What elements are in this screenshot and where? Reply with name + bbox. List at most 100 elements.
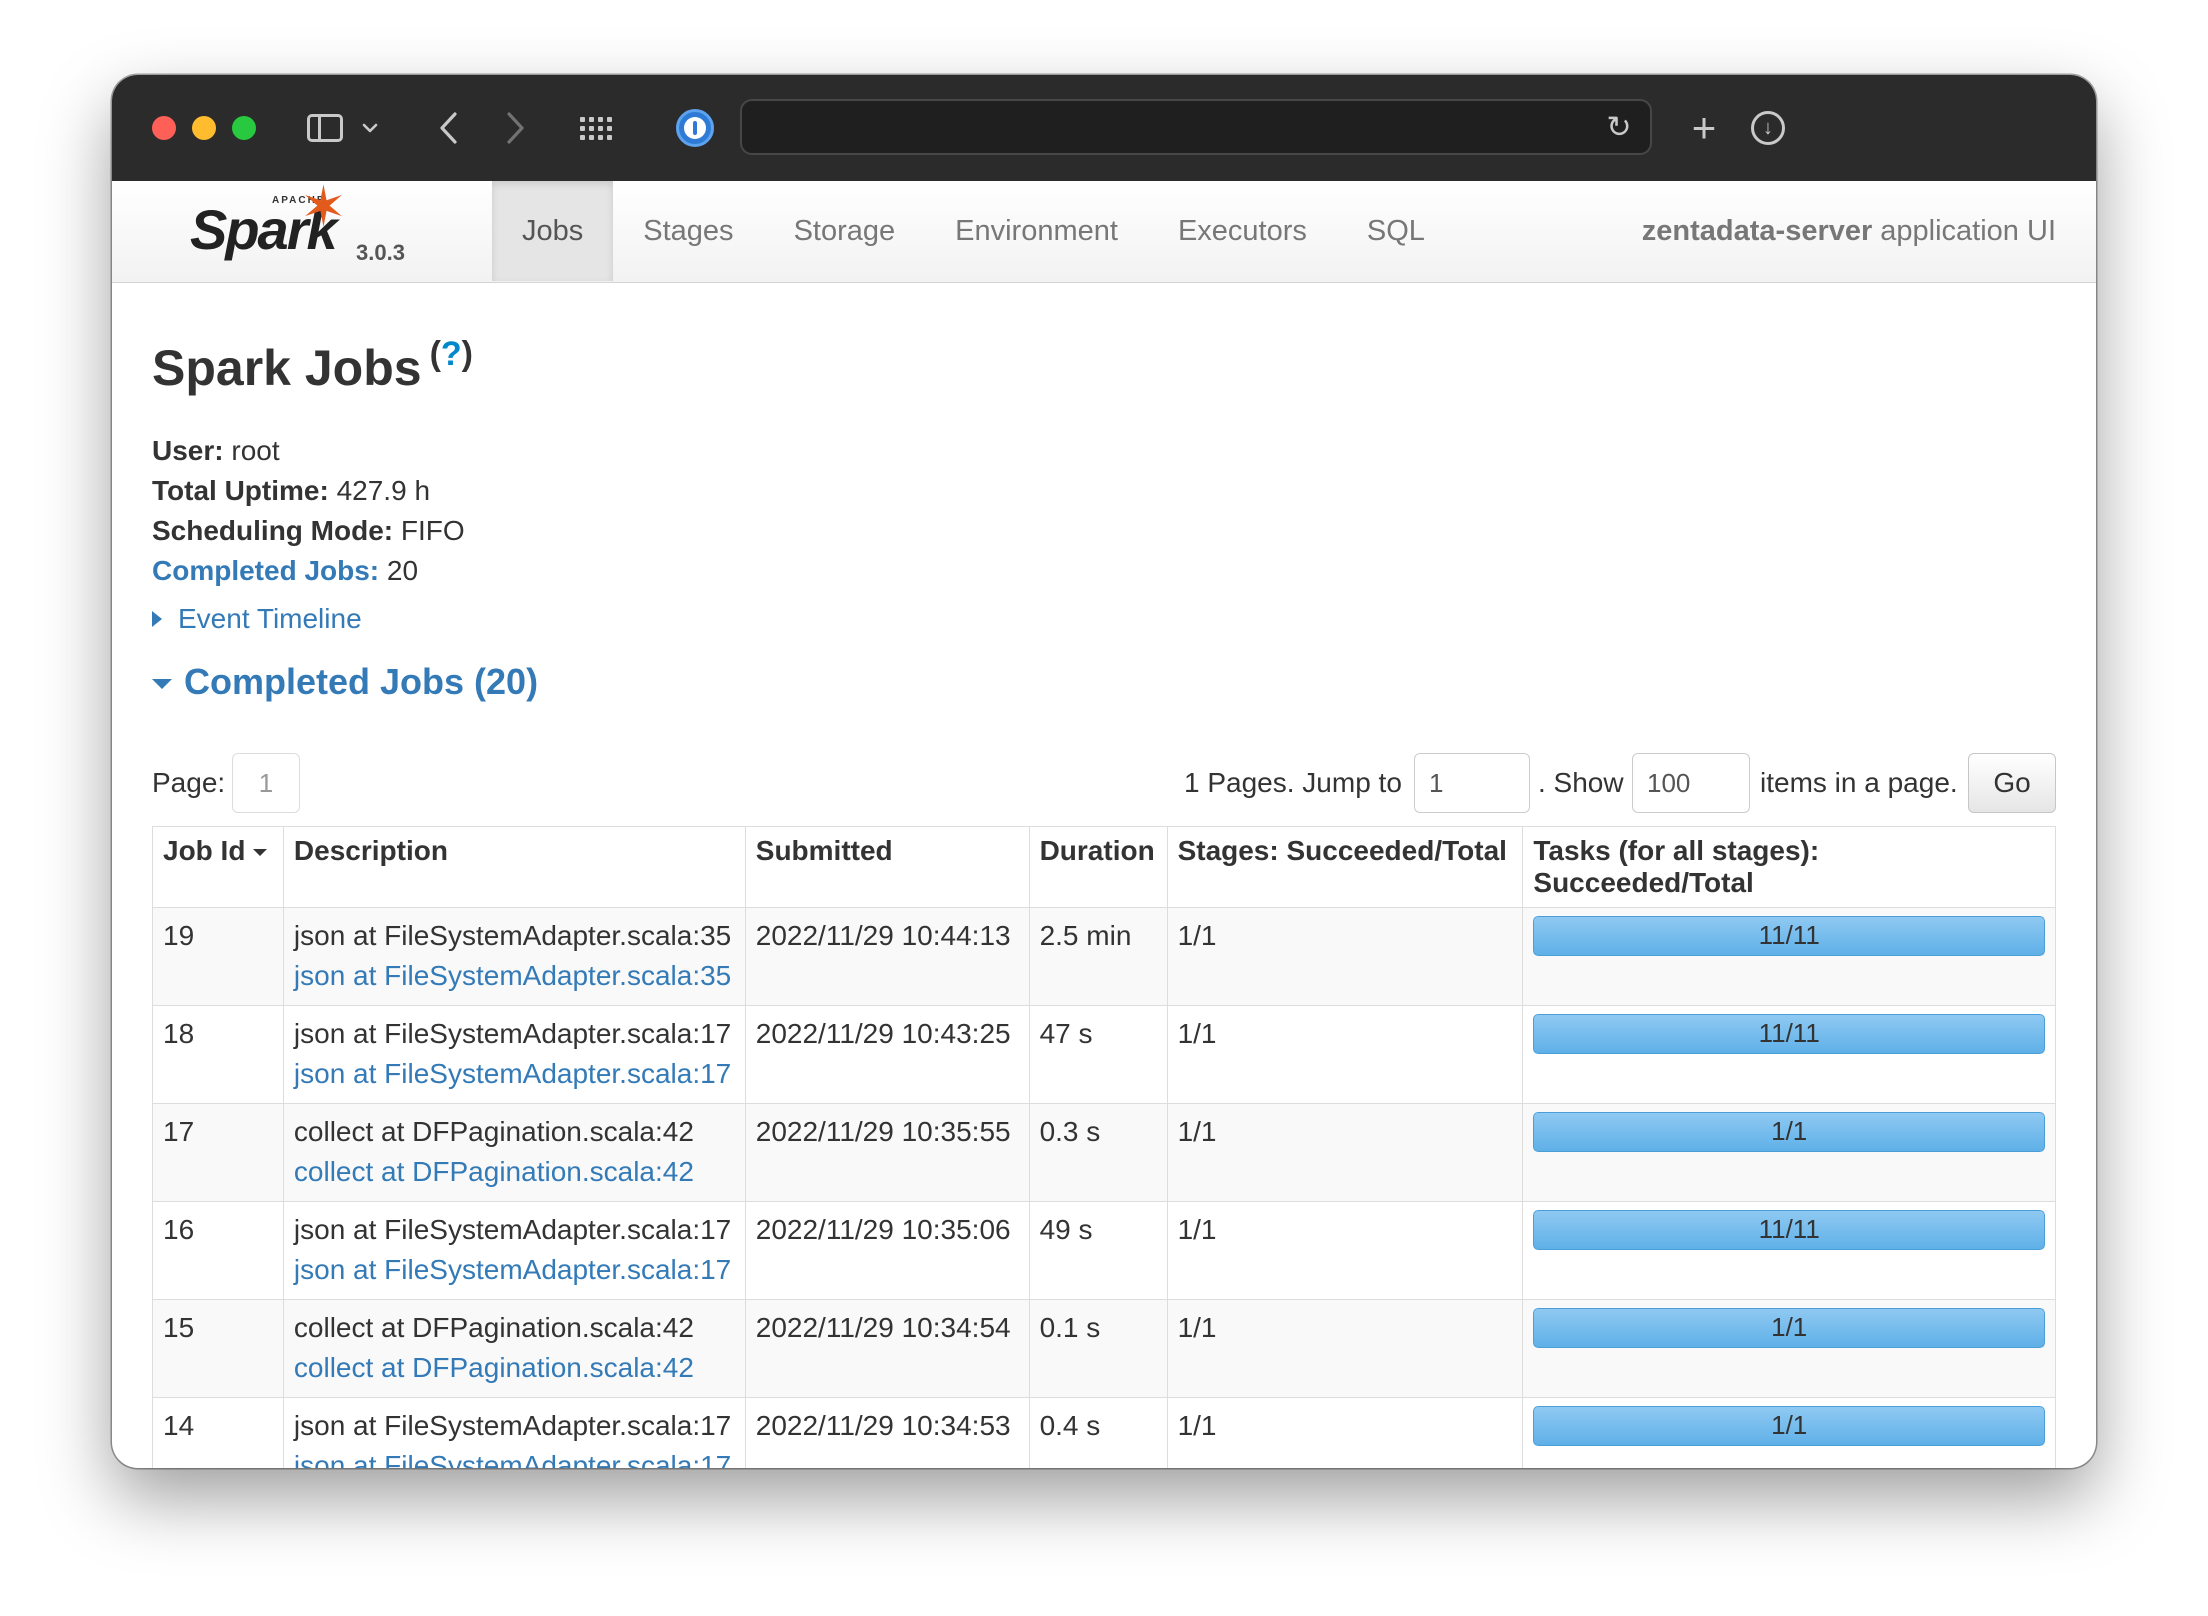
stages-cell: 1/1: [1166, 907, 1524, 1006]
header-tasks[interactable]: Tasks (for all stages): Succeeded/Total: [1522, 826, 2056, 908]
header-job-id[interactable]: Job Id: [152, 826, 284, 908]
completed-jobs-link[interactable]: Completed Jobs:: [152, 555, 379, 586]
table-header-row: Job Id Description Submitted Duration St…: [152, 826, 2056, 908]
header-stages[interactable]: Stages: Succeeded/Total: [1166, 826, 1524, 908]
page-title: Spark Jobs (?): [152, 335, 473, 397]
chevron-down-icon[interactable]: [358, 105, 382, 151]
user-label: User:: [152, 435, 224, 466]
tasks-progress-bar: 1/1: [1533, 1308, 2045, 1348]
duration-cell: 0.1 s: [1028, 1299, 1168, 1398]
tab-stages[interactable]: Stages: [613, 181, 763, 281]
back-arrow-icon[interactable]: [434, 105, 464, 151]
description-cell: json at FileSystemAdapter.scala:17 json a…: [282, 1397, 746, 1468]
description-cell: json at FileSystemAdapter.scala:35 json a…: [282, 907, 746, 1006]
header-duration[interactable]: Duration: [1028, 826, 1168, 908]
job-id-cell: 16: [152, 1201, 284, 1300]
minimize-window-button[interactable]: [192, 116, 216, 140]
app-title: zentadata-server application UI: [1642, 181, 2056, 281]
tab-jobs[interactable]: Jobs: [492, 181, 614, 281]
stages-cell: 1/1: [1166, 1397, 1524, 1468]
new-tab-icon[interactable]: +: [1686, 104, 1722, 151]
downloads-icon[interactable]: ↓: [1748, 105, 1788, 151]
header-description[interactable]: Description: [282, 826, 746, 908]
duration-cell: 0.4 s: [1028, 1397, 1168, 1468]
job-detail-link[interactable]: json at FileSystemAdapter.scala:17: [294, 1054, 735, 1094]
pagination-bar: Page: 1 1 Pages. Jump to 1 . Show 100 it…: [152, 753, 2056, 815]
zoom-window-button[interactable]: [232, 116, 256, 140]
description-cell: json at FileSystemAdapter.scala:17 json a…: [282, 1005, 746, 1104]
description-cell: json at FileSystemAdapter.scala:17 json a…: [282, 1201, 746, 1300]
duration-cell: 49 s: [1028, 1201, 1168, 1300]
duration-cell: 0.3 s: [1028, 1103, 1168, 1202]
submitted-cell: 2022/11/29 10:34:53: [744, 1397, 1030, 1468]
page-size-input[interactable]: 100: [1632, 753, 1750, 813]
tasks-progress-bar: 11/11: [1533, 1014, 2045, 1054]
job-summary: User: root Total Uptime: 427.9 h Schedul…: [152, 431, 465, 591]
page-number-button[interactable]: 1: [232, 753, 300, 813]
help-tooltip[interactable]: (?): [430, 335, 473, 373]
sidebar-toggle-icon[interactable]: [306, 105, 344, 151]
summary-uptime: Total Uptime: 427.9 h: [152, 471, 465, 511]
summary-completed: Completed Jobs: 20: [152, 551, 465, 591]
description-text: collect at DFPagination.scala:42: [293, 1116, 694, 1147]
go-button[interactable]: Go: [1968, 753, 2056, 813]
job-detail-link[interactable]: json at FileSystemAdapter.scala:17: [294, 1446, 735, 1468]
tasks-cell: 1/1: [1522, 1103, 2056, 1202]
password-manager-icon[interactable]: [672, 105, 718, 151]
spark-star-icon: ✶: [300, 175, 347, 238]
tasks-progress-text: 1/1: [1771, 1116, 1808, 1146]
tab-overview-grid-icon[interactable]: [576, 105, 616, 151]
completed-jobs-toggle[interactable]: Completed Jobs (20): [152, 661, 538, 703]
caret-right-icon: [152, 611, 162, 627]
spark-logo[interactable]: APACHE Spark ✶ 3.0.3: [190, 179, 450, 275]
items-per-page-label: items in a page.: [1760, 767, 1958, 798]
event-timeline-toggle[interactable]: Event Timeline: [152, 603, 362, 635]
job-id-cell: 18: [152, 1005, 284, 1104]
summary-mode: Scheduling Mode: FIFO: [152, 511, 465, 551]
forward-arrow-icon[interactable]: [500, 105, 530, 151]
table-row: 14 json at FileSystemAdapter.scala:17 json…: [152, 1397, 2056, 1468]
close-window-button[interactable]: [152, 116, 176, 140]
help-icon[interactable]: ?: [441, 335, 462, 373]
header-submitted[interactable]: Submitted: [744, 826, 1030, 908]
tasks-progress-text: 11/11: [1758, 920, 1820, 950]
tab-environment[interactable]: Environment: [925, 181, 1148, 281]
reload-icon[interactable]: ↻: [1604, 113, 1634, 143]
description-text: json at FileSystemAdapter.scala:35: [293, 920, 732, 951]
job-detail-link[interactable]: json at FileSystemAdapter.scala:17: [294, 1250, 735, 1290]
page-title-text: Spark Jobs: [152, 340, 422, 396]
job-id-cell: 17: [152, 1103, 284, 1202]
tab-sql[interactable]: SQL: [1337, 181, 1455, 281]
uptime-value: 427.9 h: [336, 475, 431, 506]
duration-cell: 47 s: [1028, 1005, 1168, 1104]
completed-jobs-value: 20: [386, 555, 419, 586]
table-row: 15 collect at DFPagination.scala:42 collec…: [152, 1299, 2056, 1398]
app-suffix: application UI: [1880, 214, 2056, 247]
sort-desc-icon: [253, 849, 268, 857]
browser-toolbar: ↻ + ↓: [112, 75, 2096, 181]
spark-version: 3.0.3: [356, 240, 405, 265]
tasks-progress-text: 1/1: [1771, 1410, 1808, 1440]
job-id-cell: 14: [152, 1397, 284, 1468]
browser-window: ↻ + ↓ APACHE Spark ✶ 3.0.3 Jobs Stages S…: [112, 75, 2096, 1468]
submitted-cell: 2022/11/29 10:35:55: [744, 1103, 1030, 1202]
jump-to-page-input[interactable]: 1: [1414, 753, 1530, 813]
tasks-progress-bar: 1/1: [1533, 1112, 2045, 1152]
table-row: 19 json at FileSystemAdapter.scala:35 json…: [152, 907, 2056, 1006]
event-timeline-label: Event Timeline: [178, 603, 362, 634]
address-bar[interactable]: ↻: [740, 99, 1652, 155]
stages-cell: 1/1: [1166, 1005, 1524, 1104]
submitted-cell: 2022/11/29 10:43:25: [744, 1005, 1030, 1104]
job-detail-link[interactable]: collect at DFPagination.scala:42: [294, 1152, 735, 1192]
tasks-cell: 1/1: [1522, 1299, 2056, 1398]
tasks-progress-text: 11/11: [1758, 1018, 1820, 1048]
tasks-cell: 11/11: [1522, 907, 2056, 1006]
nav-tabs: Jobs Stages Storage Environment Executor…: [492, 181, 1455, 281]
tasks-progress-bar: 11/11: [1533, 1210, 2045, 1250]
job-detail-link[interactable]: collect at DFPagination.scala:42: [294, 1348, 735, 1388]
description-text: collect at DFPagination.scala:42: [293, 1312, 694, 1343]
job-detail-link[interactable]: json at FileSystemAdapter.scala:35: [294, 956, 735, 996]
tab-executors[interactable]: Executors: [1148, 181, 1337, 281]
tab-storage[interactable]: Storage: [764, 181, 926, 281]
description-text: json at FileSystemAdapter.scala:17: [293, 1214, 732, 1245]
